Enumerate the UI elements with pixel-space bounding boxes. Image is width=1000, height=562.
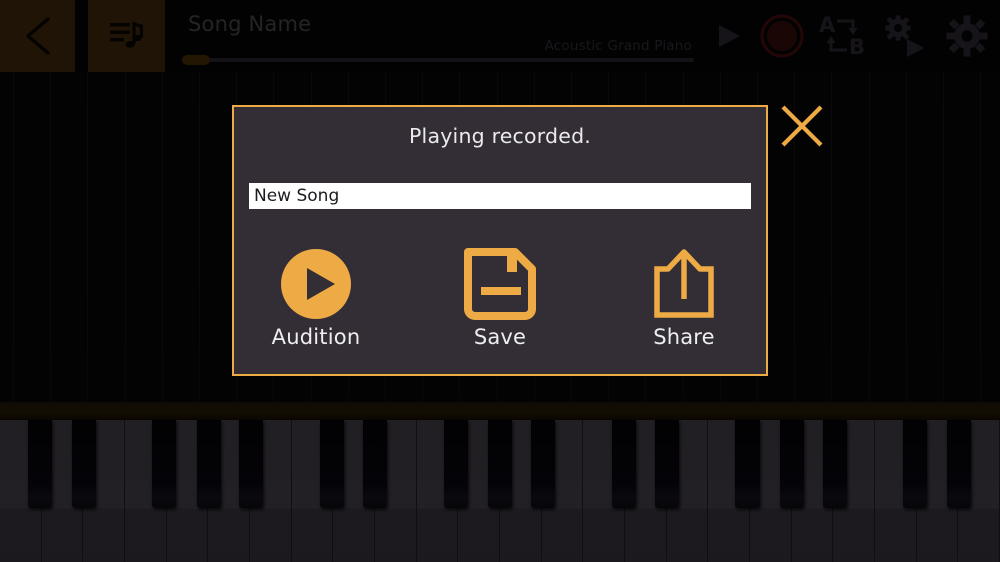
floppy-disk-icon (464, 248, 536, 320)
close-button[interactable] (778, 102, 826, 150)
save-label: Save (473, 325, 527, 349)
audition-label: Audition (271, 325, 361, 349)
share-upload-icon (654, 249, 714, 318)
share-icon-wrap (649, 247, 719, 321)
audition-button[interactable]: Audition (260, 247, 372, 349)
play-circle-icon (281, 249, 351, 319)
save-icon-wrap (463, 247, 537, 321)
dialog-title: Playing recorded. (409, 124, 591, 148)
song-name-input[interactable] (249, 183, 751, 209)
share-button[interactable]: Share (628, 247, 740, 349)
dialog-actions: Audition Save Share (234, 247, 766, 349)
share-label: Share (653, 325, 715, 349)
recording-dialog: Playing recorded. Audition (232, 105, 768, 376)
save-button[interactable]: Save (444, 247, 556, 349)
app-root: Song Name Acoustic Grand Piano A B (0, 0, 1000, 562)
audition-icon-wrap (280, 247, 352, 321)
